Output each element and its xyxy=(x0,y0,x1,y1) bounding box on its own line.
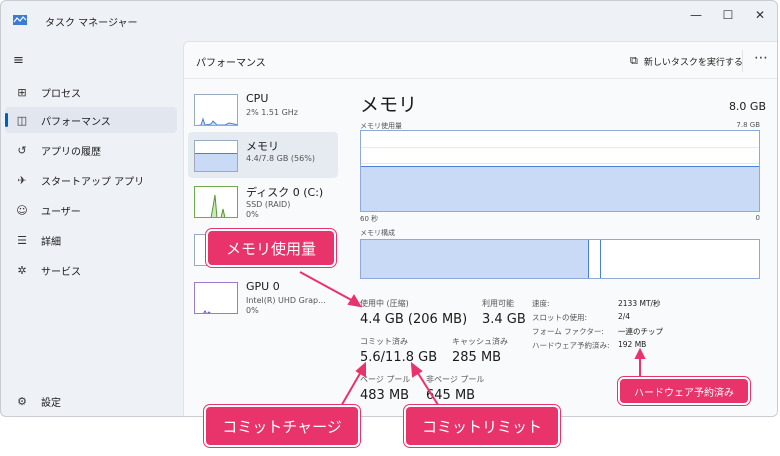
history-icon: ↺ xyxy=(17,143,27,157)
task-manager-app-icon xyxy=(13,15,27,25)
close-button[interactable]: ✕ xyxy=(750,7,770,23)
users-icon: ☺ xyxy=(16,203,28,217)
resource-detail: SSD (RAID) xyxy=(246,200,291,209)
details-icon: ☰ xyxy=(17,233,27,247)
sidebar-item-services[interactable]: ✲ サービス xyxy=(5,257,177,283)
performance-icon: ◫ xyxy=(16,113,28,127)
resource-name: CPU xyxy=(246,92,269,105)
memory-detail-panel: メモリ 8.0 GB メモリ使用量 7.8 GB 60 秒 0 メモリ構成 使用… xyxy=(360,86,766,416)
callout-commit-charge: コミットチャージ xyxy=(204,405,360,447)
resource-detail: Intel(R) UHD Grap... xyxy=(246,296,326,305)
minimize-button[interactable]: — xyxy=(686,7,706,23)
sidebar-item-label: スタートアップ アプリ xyxy=(41,176,145,188)
nonpaged-pool-value: 645 MB xyxy=(426,388,476,403)
header-separator xyxy=(184,78,777,79)
spec-value: 一連のチップ xyxy=(618,327,663,336)
callout-hardware-reserved: ハードウェア予約済み xyxy=(618,377,750,405)
spec-key: フォーム ファクター: xyxy=(532,327,604,336)
resource-detail: 2% 1.51 GHz xyxy=(246,108,299,117)
committed-value: 5.6/11.8 GB xyxy=(360,350,438,365)
processes-icon: ⊞ xyxy=(17,85,27,99)
spec-key: 速度: xyxy=(532,299,550,308)
sidebar-item-settings[interactable]: ⚙ 設定 xyxy=(5,388,177,414)
composition-in-use xyxy=(361,240,589,278)
sidebar-item-label: ユーザー xyxy=(41,206,81,218)
sidebar-item-users[interactable]: ☺ ユーザー xyxy=(5,197,177,223)
memory-usage-fill xyxy=(361,166,759,211)
paged-pool-value: 483 MB xyxy=(360,388,410,403)
nonpaged-pool-label: 非ページ プール xyxy=(426,375,485,384)
spec-value: 2133 MT/秒 xyxy=(618,299,661,308)
run-new-task-button[interactable]: ⧉ 新しいタスクを実行する xyxy=(630,54,743,68)
memory-total: 8.0 GB xyxy=(728,100,766,113)
services-icon: ✲ xyxy=(17,263,27,277)
resource-name: ディスク 0 (C:) xyxy=(246,186,324,199)
sidebar-item-label: サービス xyxy=(41,266,81,278)
sidebar-item-processes[interactable]: ⊞ プロセス xyxy=(5,79,177,105)
available-label: 利用可能 xyxy=(482,299,514,308)
hamburger-menu-icon[interactable]: ≡ xyxy=(13,53,24,68)
resource-detail: 4.4/7.8 GB (56%) xyxy=(246,154,315,163)
task-manager-window: タスク マネージャー — ☐ ✕ ≡ ⊞ プロセス ◫ パフォーマンス ↺ アプ… xyxy=(0,0,778,417)
sidebar-item-app-history[interactable]: ↺ アプリの履歴 xyxy=(5,137,177,163)
in-use-label: 使用中 (圧縮) xyxy=(360,299,409,308)
cpu-thumbnail-graph xyxy=(194,94,238,126)
title-bar: タスク マネージャー — ☐ ✕ xyxy=(1,1,777,41)
sidebar-item-performance[interactable]: ◫ パフォーマンス xyxy=(5,107,177,133)
page-title: パフォーマンス xyxy=(196,58,266,69)
sidebar-item-label: パフォーマンス xyxy=(41,116,111,128)
header-divider xyxy=(742,50,743,72)
sidebar-item-label: 詳細 xyxy=(41,236,61,248)
composition-modified xyxy=(589,240,601,278)
spec-value: 2/4 xyxy=(618,312,631,321)
memory-title: メモリ xyxy=(360,94,418,116)
resource-item-disk[interactable]: ディスク 0 (C:) SSD (RAID) 0% xyxy=(188,178,338,224)
disk-thumbnail-graph xyxy=(194,186,238,218)
grid-line xyxy=(361,163,759,164)
active-indicator xyxy=(5,113,8,127)
maximize-button[interactable]: ☐ xyxy=(718,7,738,23)
in-use-value: 4.4 GB (206 MB) xyxy=(360,312,468,327)
resource-name: メモリ xyxy=(246,140,279,153)
memory-composition-bar xyxy=(360,239,760,279)
callout-commit-limit: コミットリミット xyxy=(404,405,560,447)
run-task-icon: ⧉ xyxy=(630,54,638,67)
run-task-label: 新しいタスクを実行する xyxy=(643,57,743,68)
resource-name: GPU 0 xyxy=(246,280,280,293)
memory-usage-graph xyxy=(360,130,760,212)
gear-icon: ⚙ xyxy=(17,394,27,408)
sidebar-item-label: アプリの履歴 xyxy=(41,146,101,158)
spec-key: ハードウェア予約済み: xyxy=(532,341,610,350)
window-title: タスク マネージャー xyxy=(45,18,138,29)
sidebar: ≡ ⊞ プロセス ◫ パフォーマンス ↺ アプリの履歴 ✈ スタートアップ アプ… xyxy=(1,45,181,415)
more-options-icon[interactable]: ⋯ xyxy=(754,50,768,66)
resource-item-gpu[interactable]: GPU 0 Intel(R) UHD Grap... 0% xyxy=(188,274,338,320)
grid-line xyxy=(361,147,759,148)
spec-value: 192 MB xyxy=(618,340,647,349)
time-axis-end: 0 xyxy=(755,214,760,222)
sidebar-item-details[interactable]: ☰ 詳細 xyxy=(5,227,177,253)
resource-item-cpu[interactable]: CPU 2% 1.51 GHz xyxy=(188,86,338,132)
paged-pool-label: ページ プール xyxy=(360,375,411,384)
resource-usage: 0% xyxy=(246,210,259,219)
sidebar-item-startup-apps[interactable]: ✈ スタートアップ アプリ xyxy=(5,167,177,193)
committed-label: コミット済み xyxy=(360,337,408,346)
memory-composition-label: メモリ構成 xyxy=(360,229,395,237)
available-value: 3.4 GB xyxy=(482,312,526,327)
time-axis-start: 60 秒 xyxy=(360,215,379,223)
memory-usage-max: 7.8 GB xyxy=(736,121,760,129)
callout-memory-usage: メモリ使用量 xyxy=(206,229,336,267)
gpu-thumbnail-graph xyxy=(194,282,238,314)
resource-usage: 0% xyxy=(246,306,259,315)
resource-item-memory[interactable]: メモリ 4.4/7.8 GB (56%) xyxy=(188,132,338,178)
startup-icon: ✈ xyxy=(17,173,27,187)
cached-label: キャッシュ済み xyxy=(452,337,508,346)
spec-key: スロットの使用: xyxy=(532,313,588,322)
sidebar-item-label: プロセス xyxy=(41,88,81,100)
cached-value: 285 MB xyxy=(452,350,502,365)
sidebar-item-label: 設定 xyxy=(41,397,61,409)
memory-thumbnail-graph xyxy=(194,140,238,172)
